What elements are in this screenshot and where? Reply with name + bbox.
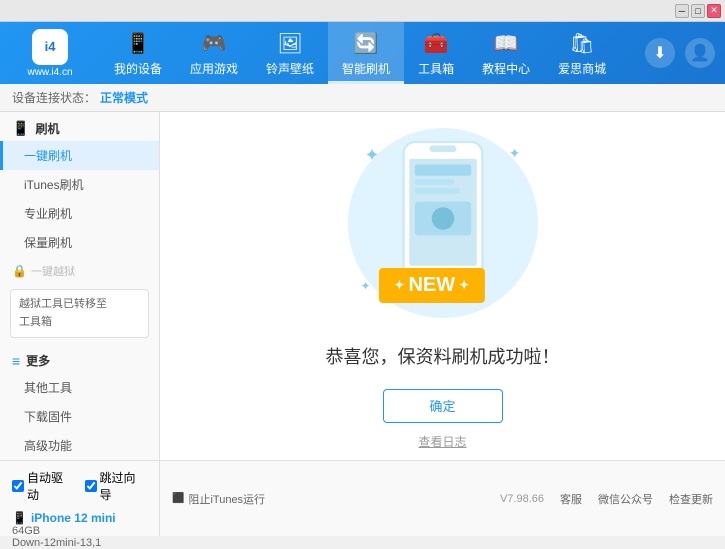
wallpaper-icon: 🖼 [276,29,304,57]
nav-item-my-device[interactable]: 📱 我的设备 [100,22,176,84]
sidebar-item-save-flash[interactable]: 保量刷机 [0,228,159,257]
nav-label-smart-flash: 智能刷机 [342,60,390,77]
header-right: ⬇ 👤 [645,38,725,68]
flash-group-label: 刷机 [35,120,59,137]
sidebar-item-one-click[interactable]: 一键刷机 [0,141,159,170]
phone-illustration: ✦ ✦ ✦ NEW [343,123,543,323]
version-text: V7.98.66 [500,493,544,505]
minimize-button[interactable]: ─ [675,4,689,18]
sidebar-item-itunes-flash[interactable]: iTunes刷机 [0,170,159,199]
new-badge: NEW [378,268,485,303]
nav-label-apps: 应用游戏 [190,60,238,77]
middle-area: 📱 刷机 一键刷机 iTunes刷机 专业刷机 保量刷机 🔒 一键越狱 越狱工具… [0,112,725,460]
advanced-label: 高级功能 [24,439,72,453]
device-info: 📱 iPhone 12 mini 64GB Down-12mini-13,1 [12,511,147,549]
stop-itunes-label: 阻止iTunes运行 [188,491,265,507]
stop-itunes-button[interactable]: ⬛ 阻止iTunes运行 [172,491,265,507]
confirm-button[interactable]: 确定 [383,389,503,423]
logo-area: i4 www.i4.cn [0,29,100,78]
lock-icon: 🔒 [12,264,27,278]
pro-flash-label: 专业刷机 [24,207,72,221]
sidebar-item-download-fw[interactable]: 下载固件 [0,402,159,431]
info-box-text: 越狱工具已转移至工具箱 [19,298,107,328]
header: i4 www.i4.cn 📱 我的设备 🎮 应用游戏 🖼 铃声壁纸 🔄 智能刷机… [0,22,725,84]
nav-item-toolbox[interactable]: 🧰 工具箱 [404,22,468,84]
status-bar: 设备连接状态： 正常模式 [0,84,725,112]
auto-connect-checkbox[interactable] [12,480,24,492]
sparkle-tl: ✦ [365,145,380,166]
one-click-label: 一键刷机 [24,149,72,163]
bottom-sidebar: 自动驱动 跳过向导 📱 iPhone 12 mini 64GB Down-12m… [0,461,160,536]
nav-item-apps[interactable]: 🎮 应用游戏 [176,22,252,84]
my-device-icon: 📱 [124,29,152,57]
sidebar-group-more: ≡ 更多 [0,344,159,373]
skip-wizard-label: 跳过向导 [100,469,148,503]
device-name-text: iPhone 12 mini [31,511,116,525]
device-model: Down-12mini-13,1 [12,537,147,549]
auto-connect-label: 自动驱动 [27,469,75,503]
logo-text: www.i4.cn [27,67,72,78]
device-phone-icon: 📱 [12,511,27,525]
secondary-link[interactable]: 查看日志 [418,433,466,450]
jailbreak-label: 一键越狱 [31,263,75,279]
status-label: 设备连接状态： [12,89,96,106]
update-link[interactable]: 检查更新 [669,491,713,507]
download-button[interactable]: ⬇ [645,38,675,68]
new-badge-text: NEW [408,274,455,297]
sparkle-tr: ✦ [509,145,521,162]
bottom-status: ⬛ 阻止iTunes运行 [160,461,500,536]
apps-icon: 🎮 [200,29,228,57]
success-message: 恭喜您，保资料刷机成功啦！ [326,343,560,369]
status-value: 正常模式 [100,89,148,106]
nav-item-tutorials[interactable]: 📖 教程中心 [468,22,544,84]
logo-icon: i4 [32,29,68,65]
bottom-right-info: V7.98.66 客服 微信公众号 检查更新 [500,461,725,536]
close-button[interactable]: ✕ [707,4,721,18]
smart-flash-icon: 🔄 [352,29,380,57]
nav-label-my-device: 我的设备 [114,60,162,77]
sidebar-group-flash: 📱 刷机 [0,112,159,141]
store-icon: 🛍 [568,29,596,57]
auto-connect-checkbox-label[interactable]: 自动驱动 [12,469,75,503]
more-group-icon: ≡ [12,353,20,369]
checkbox-row: 自动驱动 跳过向导 [12,469,147,503]
wechat-link[interactable]: 微信公众号 [598,491,653,507]
support-link[interactable]: 客服 [560,491,582,507]
save-flash-label: 保量刷机 [24,236,72,250]
nav-items: 📱 我的设备 🎮 应用游戏 🖼 铃声壁纸 🔄 智能刷机 🧰 工具箱 📖 教程中心… [100,22,645,84]
sparkle-bl: ✦ [361,279,371,293]
maximize-button[interactable]: □ [691,4,705,18]
device-storage: 64GB [12,525,147,537]
bottom-area: 自动驱动 跳过向导 📱 iPhone 12 mini 64GB Down-12m… [0,460,725,536]
stop-icon: ⬛ [172,493,184,504]
nav-label-wallpaper: 铃声壁纸 [266,60,314,77]
sidebar-info-box: 越狱工具已转移至工具箱 [10,289,149,338]
nav-label-toolbox: 工具箱 [418,60,454,77]
other-tools-label: 其他工具 [24,381,72,395]
user-button[interactable]: 👤 [685,38,715,68]
tutorials-icon: 📖 [492,29,520,57]
nav-label-store: 爱思商城 [558,60,606,77]
sidebar-section-jailbreak: 🔒 一键越狱 [0,257,159,285]
nav-item-store[interactable]: 🛍 爱思商城 [544,22,620,84]
sidebar-item-advanced[interactable]: 高级功能 [0,431,159,460]
sidebar: 📱 刷机 一键刷机 iTunes刷机 专业刷机 保量刷机 🔒 一键越狱 越狱工具… [0,112,160,460]
flash-group-icon: 📱 [12,120,29,137]
content-area: ✦ ✦ ✦ NEW 恭喜您，保资料刷机成功啦！ 确定 [160,112,725,460]
more-group-label: 更多 [26,352,50,369]
skip-wizard-checkbox[interactable] [85,480,97,492]
download-fw-label: 下载固件 [24,410,72,424]
nav-label-tutorials: 教程中心 [482,60,530,77]
skip-wizard-checkbox-label[interactable]: 跳过向导 [85,469,148,503]
sidebar-item-other-tools[interactable]: 其他工具 [0,373,159,402]
nav-item-smart-flash[interactable]: 🔄 智能刷机 [328,22,404,84]
title-bar: ─ □ ✕ [0,0,725,22]
nav-item-wallpaper[interactable]: 🖼 铃声壁纸 [252,22,328,84]
device-name: 📱 iPhone 12 mini [12,511,147,525]
sidebar-item-pro-flash[interactable]: 专业刷机 [0,199,159,228]
itunes-flash-label: iTunes刷机 [24,178,84,192]
toolbox-icon: 🧰 [422,29,450,57]
